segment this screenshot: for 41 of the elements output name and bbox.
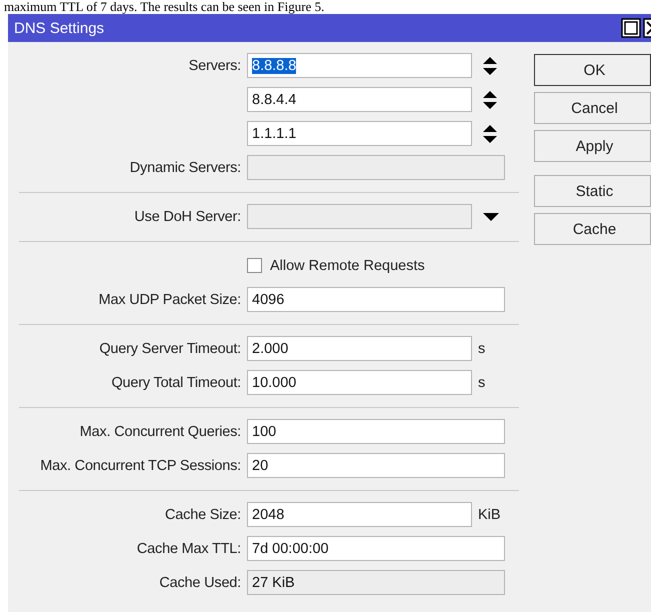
unit-label: s — [478, 374, 486, 390]
input-field[interactable]: 2.000 — [247, 336, 472, 361]
field-label: Cache Size: — [164, 506, 242, 522]
input-field[interactable]: 7d 00:00:00 — [247, 536, 505, 561]
server-field[interactable]: 1.1.1.1 — [247, 121, 472, 146]
field-label: Max. Concurrent Queries: — [78, 424, 242, 440]
field-label: Query Server Timeout: — [98, 340, 242, 356]
checkbox[interactable] — [247, 258, 262, 273]
unit-label: KiB — [478, 506, 501, 522]
dialog-button[interactable]: OK — [534, 54, 651, 86]
up-down-arrows-icon[interactable] — [483, 124, 497, 142]
field-label: Max. Concurrent TCP Sessions: — [39, 458, 242, 474]
field-label: Query Total Timeout: — [110, 374, 242, 390]
server-field[interactable]: 8.8.4.4 — [247, 87, 472, 112]
up-down-arrows-icon[interactable] — [483, 56, 497, 74]
dialog-button[interactable]: Cancel — [534, 92, 651, 124]
dropdown-field[interactable] — [247, 204, 472, 229]
server-field[interactable]: 8.8.8.8 — [247, 53, 472, 78]
window-title: DNS Settings — [14, 20, 104, 36]
dialog-button[interactable]: Apply — [534, 130, 651, 162]
dialog-button[interactable]: Static — [534, 175, 651, 207]
caret-icon[interactable] — [483, 212, 499, 220]
close-icon[interactable] — [643, 18, 651, 38]
input-field[interactable]: 10.000 — [247, 370, 472, 395]
input-field[interactable]: 100 — [247, 419, 505, 444]
field-label: Max UDP Packet Size: — [98, 292, 242, 308]
readonly-field: 27 KiB — [247, 570, 505, 595]
field-label: Servers: — [188, 58, 242, 74]
document-text: maximum TTL of 7 days. The results can be seen in Figure 5. — [4, 0, 324, 14]
field-label: Use DoH Server: — [133, 208, 242, 224]
up-down-arrows-icon[interactable] — [483, 90, 497, 108]
input-field[interactable]: 2048 — [247, 502, 472, 527]
checkbox-label: Allow Remote Requests — [270, 258, 425, 274]
field-label: Cache Max TTL: — [136, 540, 242, 556]
field-label: Dynamic Servers: — [128, 160, 242, 176]
input-field[interactable]: 4096 — [247, 287, 505, 312]
input-field[interactable]: 20 — [247, 453, 505, 478]
field-label: Cache Used: — [158, 574, 242, 590]
dialog-button[interactable]: Cache — [534, 213, 651, 245]
maximize-icon[interactable] — [621, 18, 641, 38]
unit-label: s — [478, 340, 486, 356]
